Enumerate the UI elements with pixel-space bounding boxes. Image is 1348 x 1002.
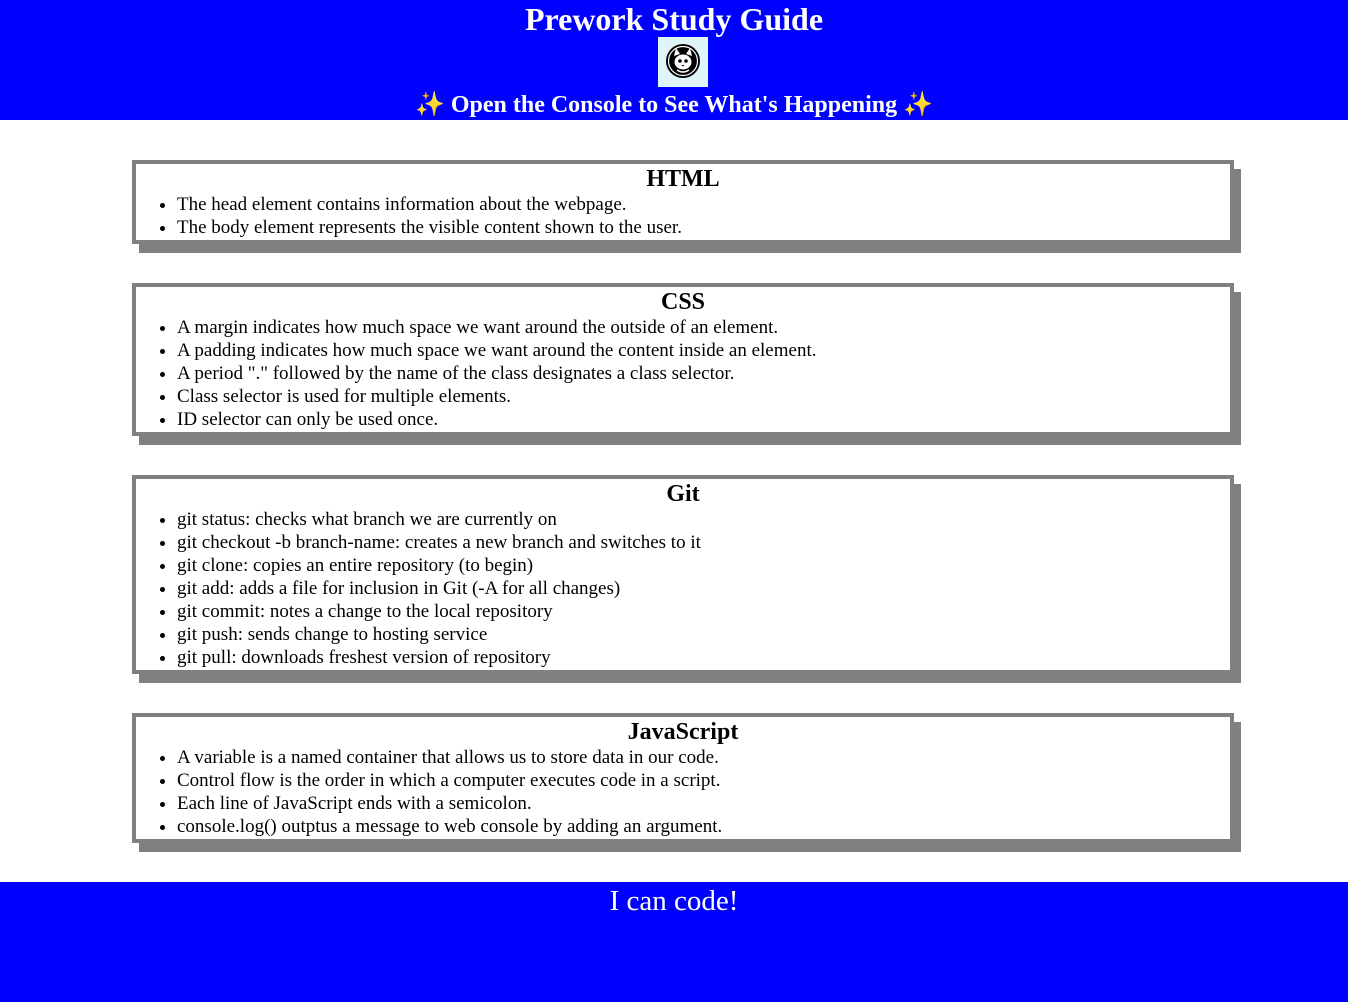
section-title: HTML — [646, 166, 720, 192]
list-item: Class selector is used for multiple elem… — [177, 385, 1230, 408]
section-git: Git git status: checks what branch we ar… — [132, 475, 1234, 674]
section-title: CSS — [660, 289, 706, 315]
list-item: A period "." followed by the name of the… — [177, 362, 1230, 385]
list-item: Control flow is the order in which a com… — [177, 769, 1230, 792]
list-item: git pull: downloads freshest version of … — [177, 646, 1230, 669]
section-css: CSS A margin indicates how much space we… — [132, 283, 1234, 436]
page-subtitle: ✨ Open the Console to See What's Happeni… — [0, 88, 1348, 122]
list-item: git push: sends change to hosting servic… — [177, 623, 1230, 646]
list-item: A padding indicates how much space we wa… — [177, 339, 1230, 362]
list-item: git add: adds a file for inclusion in Gi… — [177, 577, 1230, 600]
section-list: A margin indicates how much space we wan… — [136, 316, 1230, 431]
section-html: HTML The head element contains informati… — [132, 160, 1234, 244]
list-item: git clone: copies an entire repository (… — [177, 554, 1230, 577]
footer-tagline: I can code! — [609, 885, 739, 917]
list-item: ID selector can only be used once. — [177, 408, 1230, 431]
page-header: Prework Study Guide ✨ Open the Console t… — [0, 0, 1348, 120]
sparkles-icon: ✨ — [414, 92, 445, 118]
list-item: git checkout -b branch-name: creates a n… — [177, 531, 1230, 554]
page-title: Prework Study Guide — [524, 1, 824, 37]
section-list: A variable is a named container that all… — [136, 746, 1230, 838]
page-footer: I can code! — [0, 882, 1348, 1002]
list-item: git commit: notes a change to the local … — [177, 600, 1230, 623]
cat-face-icon — [658, 37, 708, 87]
list-item: A margin indicates how much space we wan… — [177, 316, 1230, 339]
list-item: The head element contains information ab… — [177, 193, 1230, 216]
list-item: Each line of JavaScript ends with a semi… — [177, 792, 1230, 815]
list-item: The body element represents the visible … — [177, 216, 1230, 239]
list-item: console.log() outptus a message to web c… — [177, 815, 1230, 838]
list-item: git status: checks what branch we are cu… — [177, 508, 1230, 531]
list-item: A variable is a named container that all… — [177, 746, 1230, 769]
section-title: Git — [666, 481, 700, 507]
sparkles-icon: ✨ — [903, 92, 934, 118]
section-javascript: JavaScript A variable is a named contain… — [132, 713, 1234, 843]
subtitle-text: Open the Console to See What's Happening — [450, 92, 898, 118]
section-list: git status: checks what branch we are cu… — [136, 508, 1230, 669]
section-title: JavaScript — [627, 719, 739, 745]
section-list: The head element contains information ab… — [136, 193, 1230, 239]
